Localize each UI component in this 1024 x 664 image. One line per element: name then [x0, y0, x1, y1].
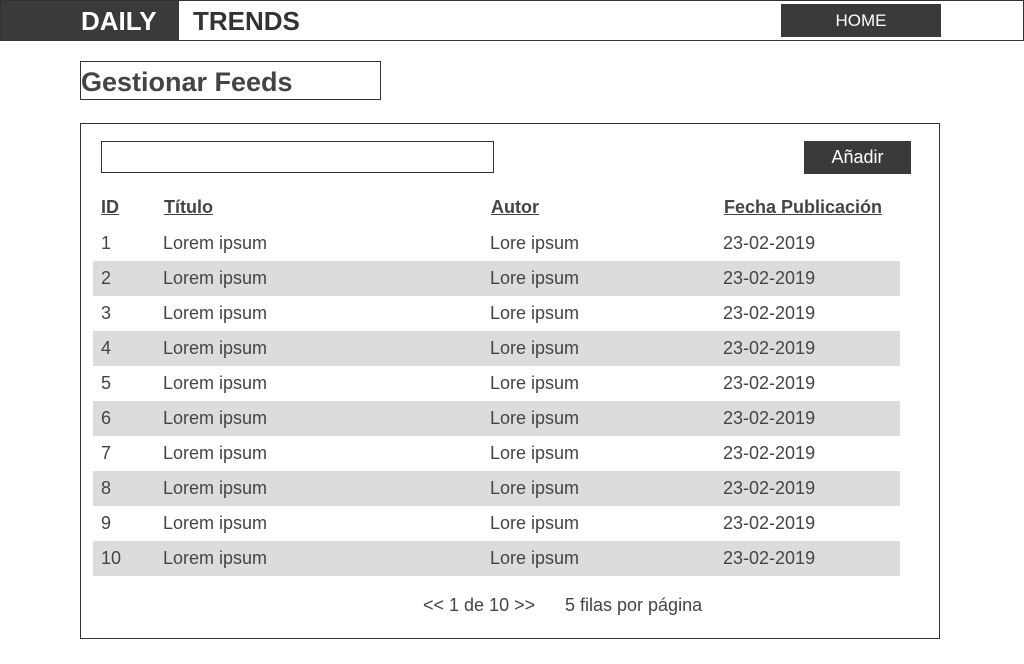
cell-title: Lorem ipsum — [163, 233, 268, 253]
top-bar: DAILY TRENDS HOME — [0, 0, 1024, 41]
rows-per-page[interactable]: 5 filas por página — [565, 594, 702, 616]
cell-date: 23-02-2019 — [723, 233, 816, 253]
cell-title: Lorem ipsum — [163, 443, 268, 463]
cell-author: Lore ipsum — [490, 513, 580, 533]
feeds-panel: Añadir ID Título Autor Fecha Publicación… — [80, 123, 940, 639]
cell-date: 23-02-2019 — [723, 548, 816, 568]
cell-date: 23-02-2019 — [723, 513, 816, 533]
cell-date: 23-02-2019 — [723, 478, 816, 498]
table-row[interactable]: 3 Lorem ipsum Lore ipsum 23-02-2019 — [93, 296, 900, 331]
table-row[interactable]: 1 Lorem ipsum Lore ipsum 23-02-2019 — [93, 226, 900, 261]
cell-author: Lore ipsum — [490, 268, 580, 288]
cell-id: 5 — [101, 373, 112, 393]
cell-author: Lore ipsum — [490, 548, 580, 568]
cell-id: 3 — [101, 303, 112, 323]
cell-title: Lorem ipsum — [163, 338, 268, 358]
cell-id: 4 — [101, 338, 112, 358]
cell-author: Lore ipsum — [490, 338, 580, 358]
column-header-id[interactable]: ID — [101, 196, 119, 218]
cell-date: 23-02-2019 — [723, 373, 816, 393]
table-row[interactable]: 4 Lorem ipsum Lore ipsum 23-02-2019 — [93, 331, 900, 366]
cell-title: Lorem ipsum — [163, 303, 268, 323]
cell-id: 6 — [101, 408, 112, 428]
cell-id: 2 — [101, 268, 112, 288]
cell-id: 1 — [101, 233, 112, 253]
table-row[interactable]: 7 Lorem ipsum Lore ipsum 23-02-2019 — [93, 436, 900, 471]
cell-author: Lore ipsum — [490, 478, 580, 498]
brand-trends: TRENDS — [193, 6, 300, 36]
cell-id: 10 — [101, 548, 122, 568]
cell-title: Lorem ipsum — [163, 373, 268, 393]
cell-author: Lore ipsum — [490, 408, 580, 428]
add-button[interactable]: Añadir — [804, 141, 911, 174]
page-title: Gestionar Feeds — [80, 61, 381, 100]
cell-date: 23-02-2019 — [723, 338, 816, 358]
cell-id: 7 — [101, 443, 112, 463]
cell-date: 23-02-2019 — [723, 268, 816, 288]
home-button[interactable]: HOME — [781, 4, 941, 37]
cell-author: Lore ipsum — [490, 443, 580, 463]
table-row[interactable]: 2 Lorem ipsum Lore ipsum 23-02-2019 — [93, 261, 900, 296]
cell-title: Lorem ipsum — [163, 408, 268, 428]
table-row[interactable]: 9 Lorem ipsum Lore ipsum 23-02-2019 — [93, 506, 900, 541]
table-row[interactable]: 6 Lorem ipsum Lore ipsum 23-02-2019 — [93, 401, 900, 436]
cell-author: Lore ipsum — [490, 373, 580, 393]
column-header-author[interactable]: Autor — [491, 196, 539, 218]
table-body: 1 Lorem ipsum Lore ipsum 23-02-2019 2 Lorem i… — [93, 226, 900, 576]
cell-date: 23-02-2019 — [723, 443, 816, 463]
cell-author: Lore ipsum — [490, 303, 580, 323]
table-row[interactable]: 5 Lorem ipsum Lore ipsum 23-02-2019 — [93, 366, 900, 401]
cell-date: 23-02-2019 — [723, 408, 816, 428]
table-row[interactable]: 10 Lorem ipsum Lore ipsum 23-02-2019 — [93, 541, 900, 576]
cell-title: Lorem ipsum — [163, 548, 268, 568]
cell-id: 8 — [101, 478, 112, 498]
cell-author: Lore ipsum — [490, 233, 580, 253]
cell-title: Lorem ipsum — [163, 268, 268, 288]
column-header-title[interactable]: Título — [164, 196, 213, 218]
cell-title: Lorem ipsum — [163, 478, 268, 498]
pagination-nav[interactable]: << 1 de 10 >> — [423, 594, 535, 616]
cell-date: 23-02-2019 — [723, 303, 816, 323]
search-input[interactable] — [101, 141, 494, 173]
column-header-date[interactable]: Fecha Publicación — [724, 196, 882, 218]
table-row[interactable]: 8 Lorem ipsum Lore ipsum 23-02-2019 — [93, 471, 900, 506]
cell-title: Lorem ipsum — [163, 513, 268, 533]
brand-daily: DAILY — [81, 6, 157, 36]
cell-id: 9 — [101, 513, 112, 533]
